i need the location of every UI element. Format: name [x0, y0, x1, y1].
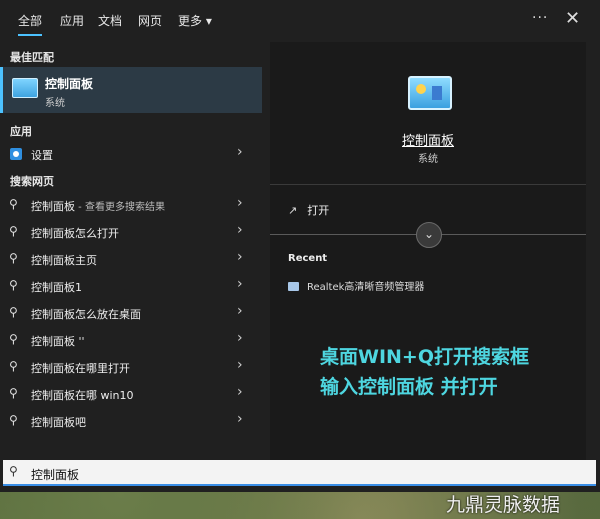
- detail-title[interactable]: 控制面板: [270, 130, 586, 149]
- search-icon: ⚲: [9, 197, 18, 211]
- speaker-app-icon: [288, 282, 299, 291]
- more-options-icon[interactable]: ···: [532, 10, 548, 26]
- tab-more[interactable]: 更多 ▾: [178, 12, 212, 29]
- open-label: 打开: [307, 204, 330, 217]
- search-icon: ⚲: [9, 386, 18, 400]
- search-icon: ⚲: [9, 413, 18, 427]
- web-result-item[interactable]: ⚲ 控制面板怎么放在桌面 ›: [0, 300, 262, 327]
- tab-documents[interactable]: 文档: [98, 12, 122, 29]
- control-panel-icon: [12, 78, 38, 98]
- divider: [270, 184, 586, 185]
- search-icon: ⚲: [9, 278, 18, 292]
- web-result-label: 控制面板在哪 win10: [31, 389, 134, 402]
- web-result-item[interactable]: ⚲ 控制面板吧 ›: [0, 408, 262, 435]
- web-result-item[interactable]: ⚲ 控制面板在哪里打开 ›: [0, 354, 262, 381]
- apps-heading: 应用: [10, 125, 32, 138]
- chevron-right-icon[interactable]: ›: [237, 249, 243, 265]
- chevron-right-icon[interactable]: ›: [237, 384, 243, 400]
- tab-all[interactable]: 全部: [18, 12, 43, 36]
- search-icon: ⚲: [9, 251, 18, 265]
- search-input[interactable]: [29, 464, 573, 484]
- results-list: 最佳匹配 控制面板 系统 应用 设置 › 搜索网页 ⚲ 控制面板 - 查看更多搜…: [0, 42, 262, 460]
- recent-item-label: Realtek高清晰音频管理器: [307, 282, 425, 293]
- web-result-label: 控制面板 '': [31, 335, 85, 348]
- start-search-panel: 全部 应用 文档 网页 更多 ▾ ··· ✕ 最佳匹配 控制面板 系统 应用 设…: [0, 0, 600, 492]
- best-match-heading: 最佳匹配: [10, 51, 54, 64]
- detail-pane: 控制面板 系统 ↗ 打开 ⌄ Recent Realtek高清晰音频管理器 桌面W…: [270, 42, 586, 460]
- instruction-line: 桌面WIN+Q打开搜索框: [320, 346, 530, 368]
- web-result-item[interactable]: ⚲ 控制面板 - 查看更多搜索结果 ›: [0, 192, 262, 219]
- chevron-right-icon[interactable]: ›: [237, 357, 243, 373]
- web-result-item[interactable]: ⚲ 控制面板在哪 win10 ›: [0, 381, 262, 408]
- tab-apps[interactable]: 应用: [60, 12, 84, 29]
- search-box[interactable]: ⚲: [3, 460, 596, 486]
- web-result-item[interactable]: ⚲ 控制面板怎么打开 ›: [0, 219, 262, 246]
- control-panel-large-icon: [408, 76, 452, 110]
- web-result-label: 控制面板怎么放在桌面: [31, 308, 141, 321]
- chevron-right-icon[interactable]: ›: [237, 411, 243, 427]
- web-result-item[interactable]: ⚲ 控制面板 '' ›: [0, 327, 262, 354]
- best-match-subtitle: 系统: [45, 98, 65, 109]
- app-item-label: 设置: [31, 149, 53, 162]
- search-icon: ⚲: [9, 359, 18, 373]
- instruction-line: 输入控制面板 并打开: [320, 376, 498, 398]
- search-filter-bar: 全部 应用 文档 网页 更多 ▾ ··· ✕: [0, 0, 600, 42]
- chevron-right-icon[interactable]: ›: [237, 330, 243, 346]
- app-item-settings[interactable]: 设置 ›: [0, 141, 262, 168]
- chevron-right-icon[interactable]: ›: [237, 144, 243, 160]
- web-result-label: 控制面板主页: [31, 254, 97, 267]
- web-result-label: 控制面板1: [31, 281, 82, 294]
- web-result-item[interactable]: ⚲ 控制面板主页 ›: [0, 246, 262, 273]
- open-action[interactable]: ↗ 打开: [288, 202, 329, 218]
- watermark: 九鼎灵脉数据: [446, 494, 561, 516]
- chevron-right-icon[interactable]: ›: [237, 222, 243, 238]
- web-result-label: 控制面板在哪里打开: [31, 362, 130, 375]
- search-icon: ⚲: [9, 332, 18, 346]
- web-result-label: 控制面板: [31, 200, 75, 213]
- chevron-right-icon[interactable]: ›: [237, 276, 243, 292]
- close-icon[interactable]: ✕: [565, 8, 580, 29]
- chevron-down-icon[interactable]: ⌄: [416, 222, 442, 248]
- detail-subtitle: 系统: [418, 154, 438, 165]
- search-icon: ⚲: [9, 464, 18, 478]
- best-match-title: 控制面板: [45, 77, 94, 91]
- open-icon: ↗: [288, 204, 298, 217]
- chevron-right-icon[interactable]: ›: [237, 303, 243, 319]
- recent-item[interactable]: Realtek高清晰音频管理器: [288, 278, 424, 293]
- web-search-heading: 搜索网页: [10, 175, 54, 188]
- best-match-item[interactable]: 控制面板 系统: [0, 67, 262, 113]
- instruction-overlay: 桌面WIN+Q打开搜索框 输入控制面板 并打开: [320, 342, 580, 402]
- search-icon: ⚲: [9, 305, 18, 319]
- recent-heading: Recent: [288, 253, 328, 264]
- web-result-label: 控制面板吧: [31, 416, 86, 429]
- web-result-suffix: - 查看更多搜索结果: [75, 202, 165, 213]
- search-icon: ⚲: [9, 224, 18, 238]
- tab-web[interactable]: 网页: [138, 12, 162, 29]
- settings-gear-icon: [10, 148, 22, 160]
- web-result-label: 控制面板怎么打开: [31, 227, 119, 240]
- chevron-right-icon[interactable]: ›: [237, 195, 243, 211]
- web-result-item[interactable]: ⚲ 控制面板1 ›: [0, 273, 262, 300]
